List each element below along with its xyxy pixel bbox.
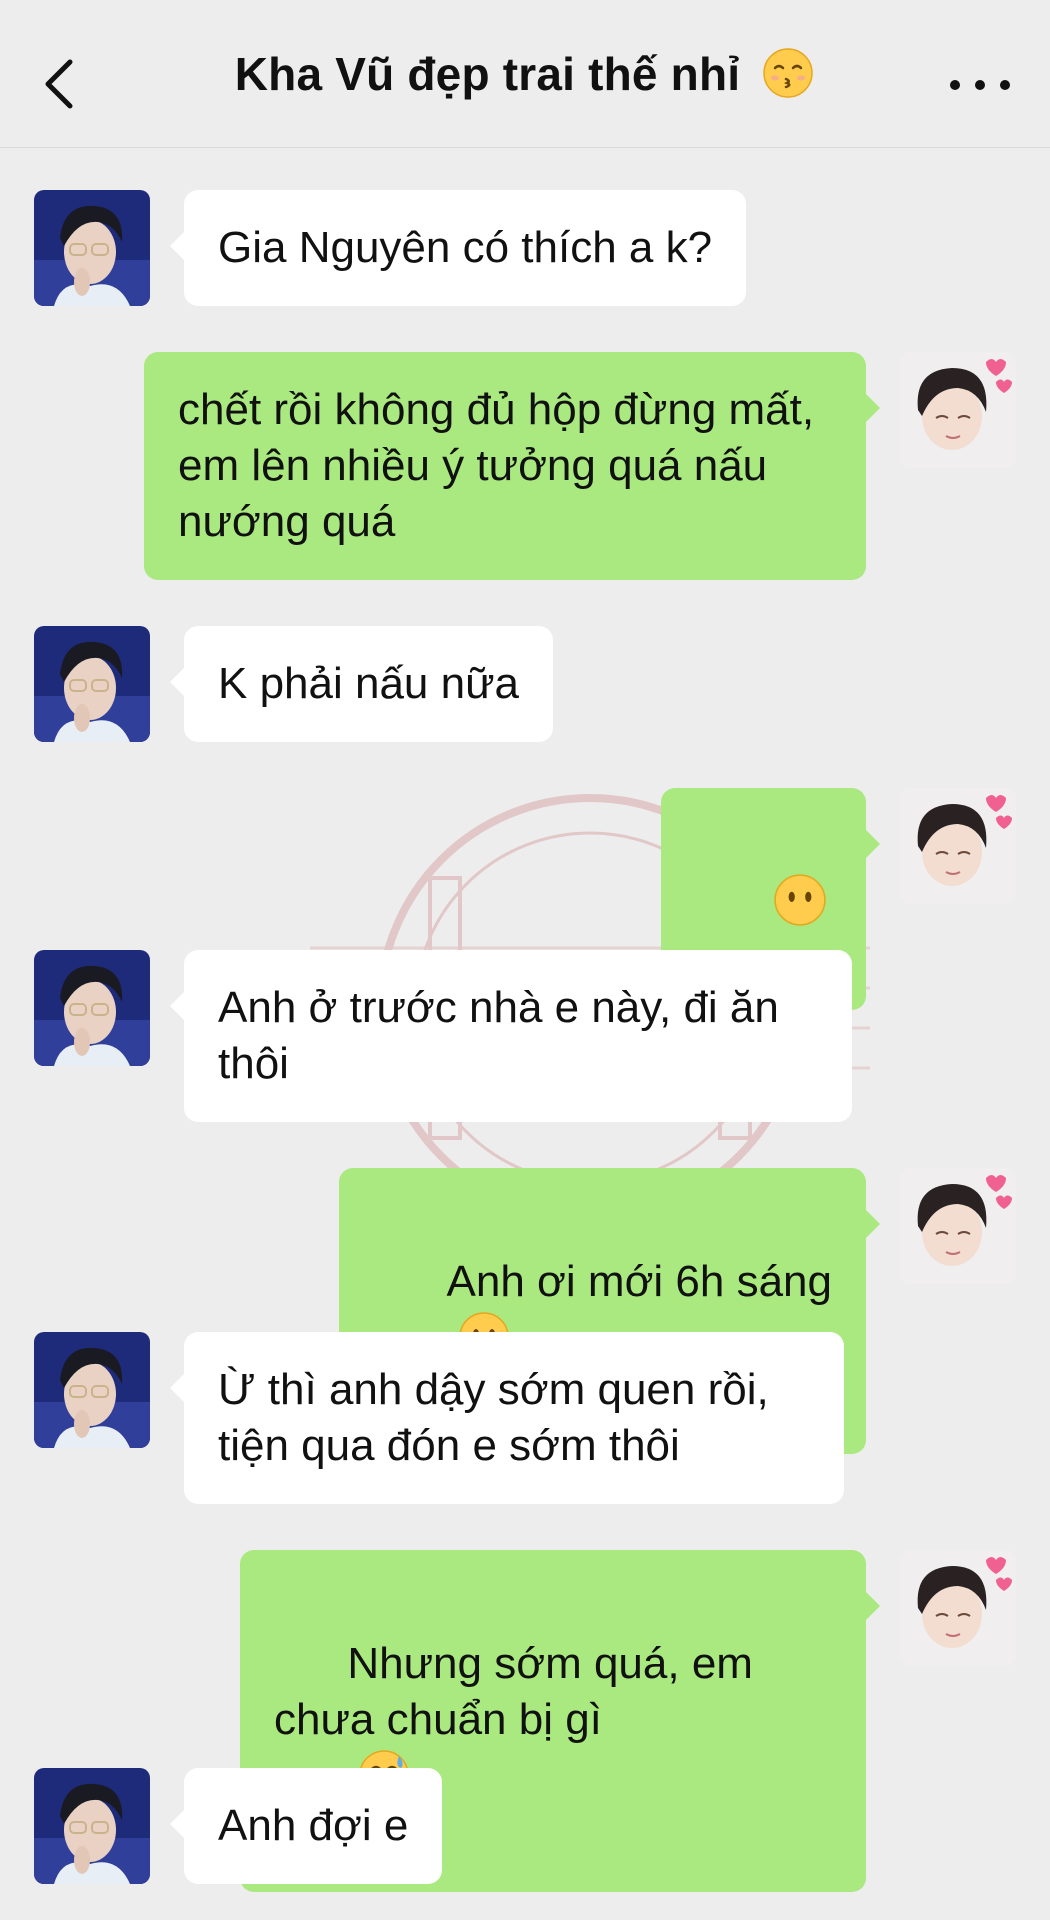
contact-avatar[interactable]	[34, 1768, 150, 1884]
message-bubble-received[interactable]: Gia Nguyên có thích a k?	[169, 190, 747, 306]
kissing-face-closed-eyes-icon	[763, 48, 813, 98]
my-avatar[interactable]	[900, 788, 1016, 904]
chat-area[interactable]: Gia Nguyên có thích a k? chết rồi không …	[0, 148, 1050, 1920]
message-text: Anh ơi mới 6h sáng	[446, 1257, 832, 1306]
chat-title-text: Kha Vũ đẹp trai thế nhỉ	[234, 48, 741, 100]
message-text: Nhưng sớm quá, em chưa chuẩn bị gì	[274, 1639, 766, 1744]
my-avatar[interactable]	[900, 352, 1016, 468]
my-avatar[interactable]	[900, 1550, 1016, 1666]
message-row: K phải nấu nữa	[34, 626, 554, 742]
message-row: Anh đợi e	[34, 1768, 443, 1884]
message-bubble-sent[interactable]: chết rồi không đủ hộp đừng mất, em lên n…	[144, 352, 880, 580]
more-options-icon[interactable]	[950, 70, 1010, 100]
contact-avatar[interactable]	[34, 626, 150, 742]
chat-title: Kha Vũ đẹp trai thế nhỉ	[235, 46, 816, 101]
message-row: Gia Nguyên có thích a k?	[34, 190, 747, 306]
message-row: chết rồi không đủ hộp đừng mất, em lên n…	[144, 352, 1016, 580]
message-bubble-received[interactable]: K phải nấu nữa	[169, 626, 554, 742]
back-chevron-icon[interactable]	[38, 56, 80, 112]
contact-avatar[interactable]	[34, 190, 150, 306]
message-row: Ừ thì anh dậy sớm quen rồi, tiện qua đón…	[34, 1332, 844, 1504]
chat-header: Kha Vũ đẹp trai thế nhỉ	[0, 0, 1050, 148]
contact-avatar[interactable]	[34, 950, 150, 1066]
message-bubble-received[interactable]: Anh đợi e	[169, 1768, 443, 1884]
message-bubble-received[interactable]: Ừ thì anh dậy sớm quen rồi, tiện qua đón…	[170, 1332, 844, 1504]
face-without-mouth-icon	[774, 874, 826, 927]
contact-avatar[interactable]	[34, 1332, 150, 1448]
my-avatar[interactable]	[900, 1168, 1016, 1284]
message-bubble-received[interactable]: Anh ở trước nhà e này, đi ăn thôi	[170, 950, 852, 1122]
message-row: Anh ở trước nhà e này, đi ăn thôi	[34, 950, 852, 1122]
